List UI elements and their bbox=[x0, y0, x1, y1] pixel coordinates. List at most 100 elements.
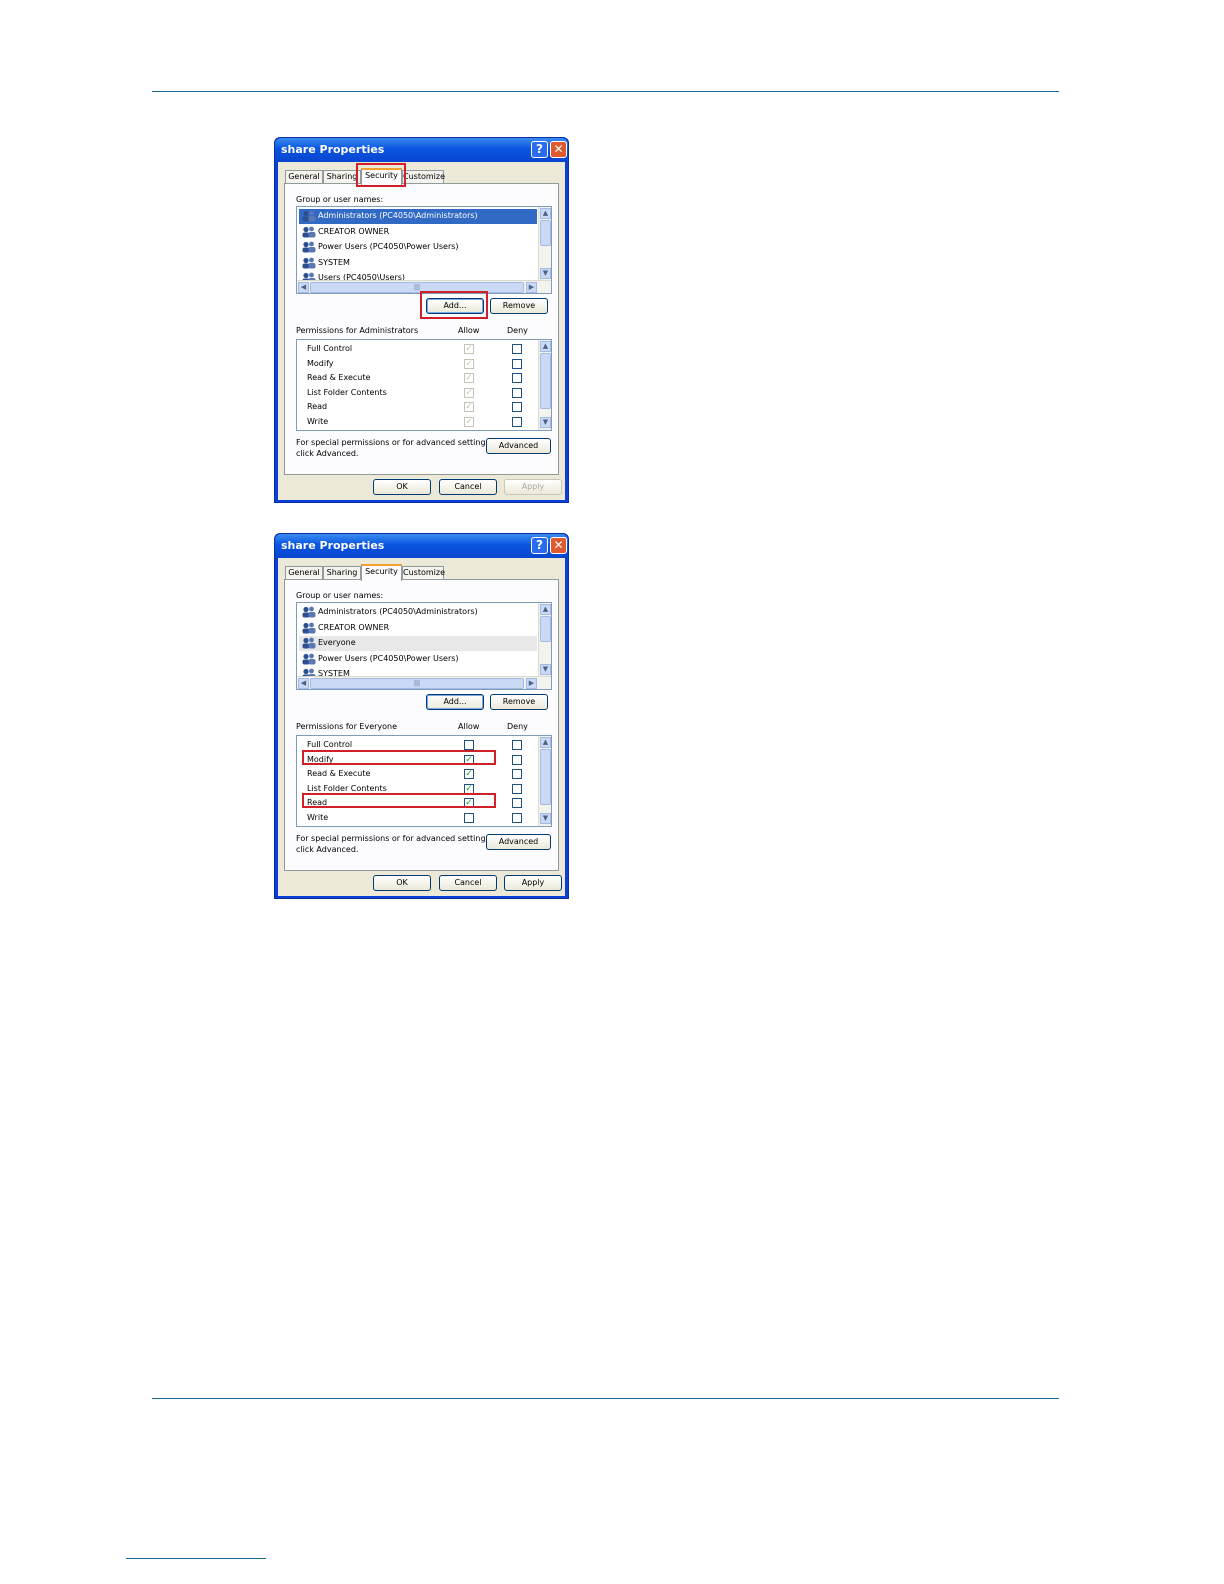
allow-checkbox[interactable]: ✓ bbox=[464, 769, 474, 780]
tab-customize[interactable]: Customize bbox=[402, 170, 445, 184]
permission-name: Modify bbox=[307, 358, 334, 368]
tab-security[interactable]: Security bbox=[361, 564, 402, 581]
allow-checkbox: ✓ bbox=[464, 387, 474, 398]
deny-checkbox[interactable] bbox=[512, 344, 522, 354]
scroll-thumb[interactable] bbox=[540, 220, 551, 246]
scroll-down-icon[interactable]: ▼ bbox=[540, 268, 551, 279]
deny-header: Deny bbox=[507, 722, 528, 731]
scroll-thumb[interactable] bbox=[540, 616, 551, 642]
allow-checkbox[interactable] bbox=[464, 740, 474, 750]
tab-general[interactable]: General bbox=[285, 170, 323, 184]
deny-checkbox[interactable] bbox=[512, 813, 522, 823]
user-list-item[interactable]: CREATOR OWNER bbox=[299, 621, 537, 636]
deny-checkbox[interactable] bbox=[512, 373, 522, 384]
deny-checkbox[interactable] bbox=[512, 798, 522, 809]
user-list-item[interactable]: Administrators (PC4050\Administrators) bbox=[299, 209, 537, 224]
remove-button[interactable]: Remove bbox=[490, 298, 548, 314]
scroll-up-icon[interactable]: ▲ bbox=[540, 604, 551, 615]
vertical-scrollbar[interactable]: ▲ ▼ bbox=[538, 340, 551, 430]
deny-checkbox[interactable] bbox=[512, 387, 522, 398]
help-icon[interactable]: ? bbox=[531, 141, 548, 158]
deny-checkbox[interactable] bbox=[512, 402, 522, 413]
modify-row-highlight bbox=[302, 750, 496, 765]
scroll-down-icon[interactable]: ▼ bbox=[540, 664, 551, 675]
permission-name: Write bbox=[307, 417, 329, 426]
user-name: SYSTEM bbox=[318, 257, 350, 267]
allow-header: Allow bbox=[458, 722, 480, 731]
user-listbox[interactable]: Administrators (PC4050\Administrators) CR… bbox=[296, 206, 552, 294]
close-icon[interactable]: ✕ bbox=[550, 537, 567, 554]
allow-checkbox: ✓ bbox=[464, 402, 474, 413]
vertical-scrollbar[interactable]: ▲ ▼ bbox=[538, 736, 551, 826]
permission-row: List Folder Contents ✓ bbox=[297, 387, 537, 401]
user-name: Administrators (PC4050\Administrators) bbox=[318, 607, 478, 616]
properties-dialog-1: share Properties ? ✕ General Sharing Sec… bbox=[274, 137, 569, 503]
advanced-button[interactable]: Advanced bbox=[486, 438, 551, 454]
scroll-right-icon[interactable]: ▶ bbox=[526, 282, 537, 293]
read-row-highlight bbox=[302, 793, 496, 808]
permission-row: Read ✓ bbox=[297, 401, 537, 415]
scroll-thumb[interactable]: ||| bbox=[310, 678, 524, 689]
apply-button[interactable]: Apply bbox=[504, 875, 562, 891]
allow-checkbox: ✓ bbox=[464, 344, 474, 354]
add-button[interactable]: Add... bbox=[426, 694, 484, 710]
apply-button[interactable]: Apply bbox=[504, 479, 562, 495]
tab-customize[interactable]: Customize bbox=[402, 566, 445, 580]
advanced-button[interactable]: Advanced bbox=[486, 834, 551, 850]
title-bar[interactable]: share Properties ? ✕ bbox=[275, 138, 568, 162]
vertical-scrollbar[interactable]: ▲ ▼ bbox=[538, 207, 551, 281]
ok-button[interactable]: OK bbox=[373, 479, 431, 495]
help-icon[interactable]: ? bbox=[531, 537, 548, 554]
user-name: CREATOR OWNER bbox=[318, 622, 390, 632]
user-listbox[interactable]: Administrators (PC4050\Administrators) CR… bbox=[296, 602, 552, 690]
user-group-icon bbox=[302, 606, 316, 618]
vertical-scrollbar[interactable]: ▲ ▼ bbox=[538, 603, 551, 677]
horizontal-scrollbar[interactable]: ◀ ||| ▶ bbox=[297, 676, 551, 689]
user-list-item[interactable]: Everyone bbox=[299, 636, 537, 651]
cancel-button[interactable]: Cancel bbox=[439, 479, 497, 495]
scroll-right-icon[interactable]: ▶ bbox=[526, 678, 537, 689]
advanced-hint-line-1: For special permissions or for advanced … bbox=[296, 834, 493, 843]
deny-checkbox[interactable] bbox=[512, 769, 522, 780]
permission-row: Modify ✓ bbox=[297, 358, 537, 372]
scroll-down-icon[interactable]: ▼ bbox=[540, 417, 551, 428]
user-list-item[interactable]: SYSTEM bbox=[299, 256, 537, 271]
scroll-up-icon[interactable]: ▲ bbox=[540, 208, 551, 219]
permission-name: List Folder Contents bbox=[307, 783, 387, 793]
header-rule bbox=[152, 91, 1059, 92]
user-list-item[interactable]: Administrators (PC4050\Administrators) bbox=[299, 605, 537, 620]
deny-checkbox[interactable] bbox=[512, 783, 522, 794]
security-panel: Group or user names: Administrators (PC4… bbox=[284, 579, 559, 871]
deny-checkbox[interactable] bbox=[512, 358, 522, 369]
permission-row: Full Control ✓ bbox=[297, 343, 537, 357]
permission-name: Read & Execute bbox=[307, 769, 371, 779]
allow-checkbox: ✓ bbox=[464, 373, 474, 384]
permissions-list: Full Control Modify ✓ Read & Execute ✓ List F… bbox=[296, 735, 552, 827]
scroll-thumb[interactable] bbox=[540, 749, 551, 805]
scroll-left-icon[interactable]: ◀ bbox=[298, 678, 309, 689]
user-group-icon bbox=[302, 257, 316, 269]
scroll-left-icon[interactable]: ◀ bbox=[298, 282, 309, 293]
allow-checkbox[interactable] bbox=[464, 813, 474, 823]
group-label: Group or user names: bbox=[296, 591, 384, 600]
title-bar[interactable]: share Properties ? ✕ bbox=[275, 534, 568, 558]
user-list-item[interactable]: Power Users (PC4050\Power Users) bbox=[299, 652, 537, 667]
scroll-thumb[interactable] bbox=[540, 353, 551, 409]
dialog-client: General Sharing Security Customize Group… bbox=[278, 162, 565, 500]
remove-button[interactable]: Remove bbox=[490, 694, 548, 710]
deny-checkbox[interactable] bbox=[512, 754, 522, 765]
scroll-up-icon[interactable]: ▲ bbox=[540, 737, 551, 748]
permission-row: Write bbox=[297, 812, 537, 826]
scroll-up-icon[interactable]: ▲ bbox=[540, 341, 551, 352]
user-list-item[interactable]: CREATOR OWNER bbox=[299, 225, 537, 240]
tab-sharing[interactable]: Sharing bbox=[323, 566, 361, 580]
scroll-down-icon[interactable]: ▼ bbox=[540, 813, 551, 824]
cancel-button[interactable]: Cancel bbox=[439, 875, 497, 891]
deny-checkbox[interactable] bbox=[512, 417, 522, 427]
deny-checkbox[interactable] bbox=[512, 740, 522, 750]
ok-button[interactable]: OK bbox=[373, 875, 431, 891]
scroll-thumb[interactable]: ||| bbox=[310, 282, 524, 293]
close-icon[interactable]: ✕ bbox=[550, 141, 567, 158]
user-list-item[interactable]: Power Users (PC4050\Power Users) bbox=[299, 240, 537, 255]
tab-general[interactable]: General bbox=[285, 566, 323, 580]
